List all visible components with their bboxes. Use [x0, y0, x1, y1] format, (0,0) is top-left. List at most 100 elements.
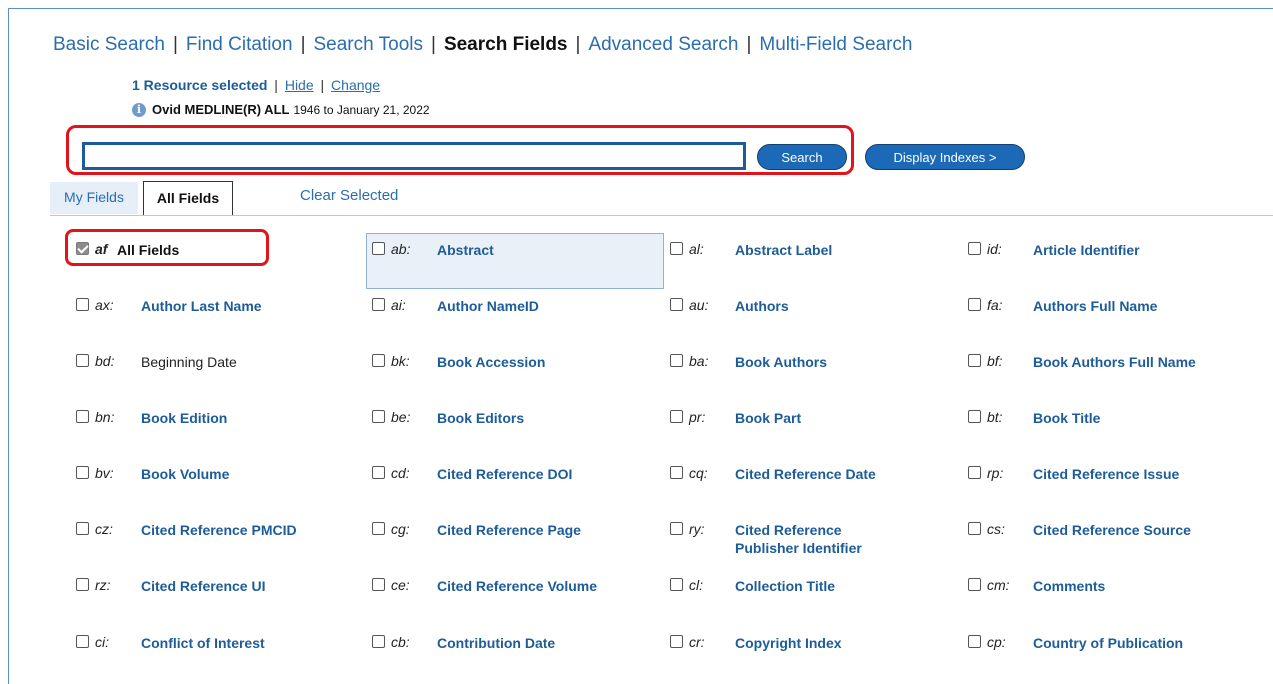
field-checkbox[interactable]: [372, 298, 385, 311]
field-book-accession[interactable]: bk: Book Accession: [372, 353, 657, 371]
field-checkbox[interactable]: [670, 635, 683, 648]
field-name: Cited Reference Date: [735, 466, 876, 482]
field-book-edition[interactable]: bn: Book Edition: [76, 409, 361, 427]
field-checkbox[interactable]: [372, 522, 385, 535]
tab-find-citation[interactable]: Find Citation: [186, 34, 293, 56]
info-icon[interactable]: i: [132, 102, 146, 117]
field-checkbox[interactable]: [670, 242, 683, 255]
field-name: Country of Publication: [1033, 635, 1184, 651]
tab-basic-search[interactable]: Basic Search: [53, 34, 165, 56]
change-resource-link[interactable]: Change: [331, 77, 380, 93]
clear-selected-link[interactable]: Clear Selected: [300, 187, 398, 204]
field-cited-reference-doi[interactable]: cd: Cited Reference DOI: [372, 465, 657, 483]
field-book-title[interactable]: bt: Book Title: [968, 409, 1263, 427]
field-code: ry:: [689, 521, 705, 537]
field-cited-reference-page[interactable]: cg: Cited Reference Page: [372, 521, 657, 539]
field-comments[interactable]: cm: Comments: [968, 577, 1263, 595]
field-article-identifier[interactable]: id: Article Identifier: [968, 241, 1263, 259]
field-book-editors[interactable]: be: Book Editors: [372, 409, 657, 427]
field-checkbox[interactable]: [372, 466, 385, 479]
field-book-volume[interactable]: bv: Book Volume: [76, 465, 361, 483]
field-checkbox[interactable]: [372, 410, 385, 423]
field-cited-reference-ui[interactable]: rz: Cited Reference UI: [76, 577, 361, 595]
field-book-authors-full-name[interactable]: bf: Book Authors Full Name: [968, 353, 1263, 371]
field-checkbox[interactable]: [968, 522, 981, 535]
field-checkbox[interactable]: [670, 522, 683, 535]
resource-separator: |: [274, 77, 278, 93]
field-code: ax:: [95, 297, 114, 313]
field-checkbox[interactable]: [670, 354, 683, 367]
field-collection-title[interactable]: cl: Collection Title: [670, 577, 895, 595]
field-checkbox[interactable]: [968, 635, 981, 648]
field-checkbox[interactable]: [76, 635, 89, 648]
field-checkbox[interactable]: [372, 354, 385, 367]
field-cited-reference-publisher-identifier[interactable]: ry: Cited Reference Publisher Identifier: [670, 521, 895, 557]
tab-multi-field-search[interactable]: Multi-Field Search: [759, 34, 912, 56]
field-checkbox[interactable]: [670, 298, 683, 311]
display-indexes-button[interactable]: Display Indexes >: [865, 144, 1025, 170]
field-checkbox[interactable]: [76, 298, 89, 311]
field-author-nameid[interactable]: ai: Author NameID: [372, 297, 657, 315]
field-code: cg:: [391, 521, 410, 537]
field-cited-reference-issue[interactable]: rp: Cited Reference Issue: [968, 465, 1263, 483]
field-checkbox[interactable]: [372, 635, 385, 648]
field-author-last-name[interactable]: ax: Author Last Name: [76, 297, 361, 315]
field-cited-reference-volume[interactable]: ce: Cited Reference Volume: [372, 577, 657, 595]
field-code: ai:: [391, 297, 406, 313]
field-code: bv:: [95, 465, 114, 481]
field-name: Book Part: [735, 410, 802, 426]
field-checkbox[interactable]: [968, 354, 981, 367]
field-checkbox[interactable]: [968, 578, 981, 591]
nav-separator: |: [575, 34, 581, 55]
nav-separator: |: [746, 34, 752, 55]
field-name: Article Identifier: [1033, 242, 1140, 258]
field-name: Contribution Date: [437, 635, 556, 651]
tab-my-fields[interactable]: My Fields: [50, 182, 138, 214]
tab-advanced-search[interactable]: Advanced Search: [588, 34, 738, 56]
field-abstract[interactable]: ab: Abstract: [372, 241, 657, 259]
field-beginning-date[interactable]: bd: Beginning Date: [76, 353, 361, 371]
field-checkbox[interactable]: [968, 298, 981, 311]
field-conflict-of-interest[interactable]: ci: Conflict of Interest: [76, 634, 361, 652]
field-checkbox[interactable]: [670, 410, 683, 423]
field-copyright-index[interactable]: cr: Copyright Index: [670, 634, 895, 652]
field-checkbox[interactable]: [76, 466, 89, 479]
search-input[interactable]: [82, 142, 746, 170]
field-checkbox[interactable]: [670, 466, 683, 479]
field-checkbox[interactable]: [372, 578, 385, 591]
field-abstract-label[interactable]: al: Abstract Label: [670, 241, 895, 259]
hide-resource-link[interactable]: Hide: [285, 77, 314, 93]
search-button[interactable]: Search: [757, 144, 847, 170]
field-country-of-publication[interactable]: cp: Country of Publication: [968, 634, 1263, 652]
field-authors-full-name[interactable]: fa: Authors Full Name: [968, 297, 1263, 315]
field-name: Cited Reference UI: [141, 578, 266, 594]
field-checkbox[interactable]: [968, 410, 981, 423]
field-checkbox[interactable]: [76, 354, 89, 367]
field-cited-reference-date[interactable]: cq: Cited Reference Date: [670, 465, 895, 483]
field-checkbox[interactable]: [76, 522, 89, 535]
field-checkbox[interactable]: [76, 578, 89, 591]
field-cited-reference-source[interactable]: cs: Cited Reference Source: [968, 521, 1263, 539]
field-name: Cited Reference Publisher Identifier: [735, 522, 862, 556]
field-code: cs:: [987, 521, 1005, 537]
field-checkbox[interactable]: [372, 242, 385, 255]
field-authors[interactable]: au: Authors: [670, 297, 895, 315]
nav-separator: |: [431, 34, 436, 55]
field-name: Book Volume: [141, 466, 230, 482]
field-name: Book Authors Full Name: [1033, 354, 1196, 370]
tab-all-fields[interactable]: All Fields: [143, 181, 233, 216]
tab-search-fields[interactable]: Search Fields: [444, 34, 568, 56]
field-checkbox[interactable]: [968, 242, 981, 255]
frame-left-border: [8, 8, 9, 684]
field-book-part[interactable]: pr: Book Part: [670, 409, 895, 427]
field-name: Beginning Date: [141, 354, 237, 370]
field-book-authors[interactable]: ba: Book Authors: [670, 353, 895, 371]
field-checkbox[interactable]: [968, 466, 981, 479]
tab-search-tools[interactable]: Search Tools: [314, 34, 424, 56]
field-name: Author NameID: [437, 298, 539, 314]
field-contribution-date[interactable]: cb: Contribution Date: [372, 634, 657, 652]
field-checkbox[interactable]: [76, 410, 89, 423]
field-code: cp:: [987, 634, 1006, 650]
field-checkbox[interactable]: [670, 578, 683, 591]
field-cited-reference-pmcid[interactable]: cz: Cited Reference PMCID: [76, 521, 361, 539]
